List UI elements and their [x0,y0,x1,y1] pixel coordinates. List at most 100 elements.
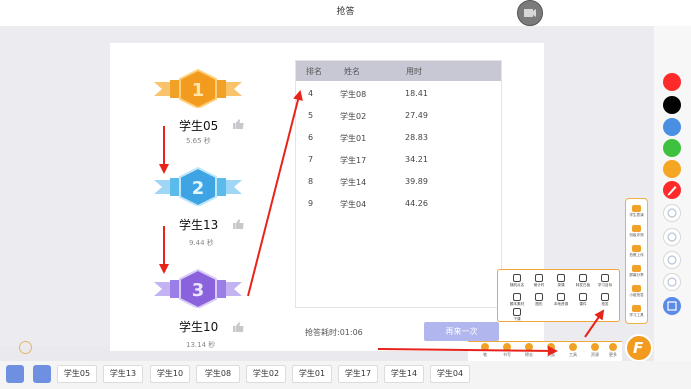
question-icon [513,274,521,282]
table-row: 4 学生08 18.41 [296,83,501,105]
tool-courseware[interactable]: 课件 [573,293,593,307]
student-chip[interactable]: 学生04 [430,365,470,383]
undo-icon [667,255,677,265]
tool-countdown[interactable]: 倒计时 [529,274,549,288]
tool-end-class[interactable]: 下课 [507,308,527,322]
cell-time: 18.41 [405,89,428,98]
student-chip[interactable]: 学生10 [150,365,190,383]
side-item-learning-tools[interactable]: 学习工具 [626,305,647,318]
dock-resources[interactable]: 资源 [586,343,604,358]
medal-rank: 3 [192,280,205,301]
podium-name-first: 学生05 [179,119,219,133]
cell-name: 学生01 [340,134,367,143]
podium-name-second: 学生13 [179,218,219,232]
timer-icon [535,274,543,282]
like-icon[interactable] [233,119,244,129]
collapse-tool-button[interactable] [663,297,681,315]
record-icon [557,274,565,282]
tool-learning-goal[interactable]: 学习目标 [595,274,615,288]
tools-popup-menu: 随机点名 倒计时 录课 转发白板 学习目标 题本素材 图形 本地资源 课件 抢答… [497,269,620,322]
elapsed-time-label: 抢答耗时:01:06 [305,328,363,337]
group-icon [632,285,641,292]
student-chip[interactable]: 学生02 [246,365,286,383]
more-icon [609,343,617,351]
tool-materials[interactable]: 题本素材 [507,293,527,307]
color-black-swatch[interactable] [663,96,681,114]
tool-local-resources[interactable]: 本地资源 [551,293,571,307]
student-chip[interactable]: 学生13 [103,365,143,383]
podium-first: 1 [150,68,246,108]
interaction-side-panel: 学生表演 班级评测 拍照上传 屏幕分享 小组抢答 学习工具 [625,198,648,324]
redo-tool-button[interactable] [663,273,681,291]
ranking-table: 排名 姓名 用时 4 学生08 18.41 5 学生02 27.49 6 学生0… [295,60,502,308]
color-green-swatch[interactable] [663,139,681,157]
flag-icon[interactable] [6,365,24,383]
color-red-swatch[interactable] [663,73,681,91]
silver-medal-icon: 2 [154,166,242,206]
pen-icon [481,343,489,351]
student-chip[interactable]: 学生01 [292,365,332,383]
tool-random-call[interactable]: 随机点名 [507,274,527,288]
check-tool-button[interactable] [663,228,681,246]
cell-name: 学生02 [340,112,367,121]
table-row: 7 学生17 34.21 [296,149,501,171]
cell-time: 34.21 [405,155,428,164]
cell-rank: 6 [308,133,314,142]
tool-record[interactable]: 录课 [551,274,571,288]
folder-icon [557,293,565,301]
redo-icon [667,277,677,287]
exit-icon [513,308,521,316]
student-chip[interactable]: 学生05 [57,365,97,383]
podium-time-first: 5.65 秒 [186,137,211,145]
pen-icon [667,186,677,196]
side-item-screen-share[interactable]: 屏幕分享 [626,265,647,278]
add-tool-button[interactable] [663,204,681,222]
resource-icon [591,343,599,351]
table-row: 9 学生04 44.26 [296,193,501,215]
side-item-class-test[interactable]: 班级评测 [626,225,647,238]
app-logo-button[interactable]: F [625,334,653,362]
side-item-student-show[interactable]: 学生表演 [626,205,647,218]
student-chip[interactable]: 学生14 [384,365,424,383]
podium-name-third: 学生10 [179,320,219,334]
camera-button[interactable] [517,0,543,26]
bottom-dock: 笔 书写 擦去 页面 工具 资源 更多 [468,341,622,361]
medal-rank: 2 [192,178,205,199]
color-blue-swatch[interactable] [663,118,681,136]
tool-quick-answer[interactable]: 抢答 [595,293,615,307]
student-icon [632,205,641,212]
back-icon[interactable] [19,341,32,354]
table-row: 5 学生02 27.49 [296,105,501,127]
cell-rank: 8 [308,177,314,186]
dock-pen[interactable]: 笔 [476,343,494,358]
flag-icon [601,293,609,301]
cell-time: 27.49 [405,111,428,120]
student-chip[interactable]: 学生17 [338,365,378,383]
tool-whiteboard[interactable]: 转发白板 [573,274,593,288]
dock-tools[interactable]: 工具 [564,343,582,358]
toolbox-icon [569,343,577,351]
dock-more[interactable]: 更多 [604,343,622,358]
side-item-photo-upload[interactable]: 拍照上传 [626,245,647,258]
header-time: 用时 [406,67,422,76]
cell-time: 28.83 [405,133,428,142]
like-icon[interactable] [233,322,244,332]
dock-page[interactable]: 页面 [542,343,560,358]
play-again-button[interactable]: 再来一次 [424,322,499,341]
test-icon [632,225,641,232]
undo-tool-button[interactable] [663,251,681,269]
dock-erase[interactable]: 擦去 [520,343,538,358]
dock-write[interactable]: 书写 [498,343,516,358]
like-icon[interactable] [233,219,244,229]
tool-shapes[interactable]: 图形 [529,293,549,307]
pen-tool-button[interactable] [663,181,681,199]
color-orange-swatch[interactable] [663,160,681,178]
student-chip[interactable]: 学生08 [196,365,240,383]
side-item-group-quiz[interactable]: 小组抢答 [626,285,647,298]
grid-icon[interactable] [33,365,51,383]
cell-rank: 4 [308,89,314,98]
podium-second: 2 [150,166,246,206]
podium-third: 3 [150,268,246,308]
cell-time: 44.26 [405,199,428,208]
target-icon [601,274,609,282]
